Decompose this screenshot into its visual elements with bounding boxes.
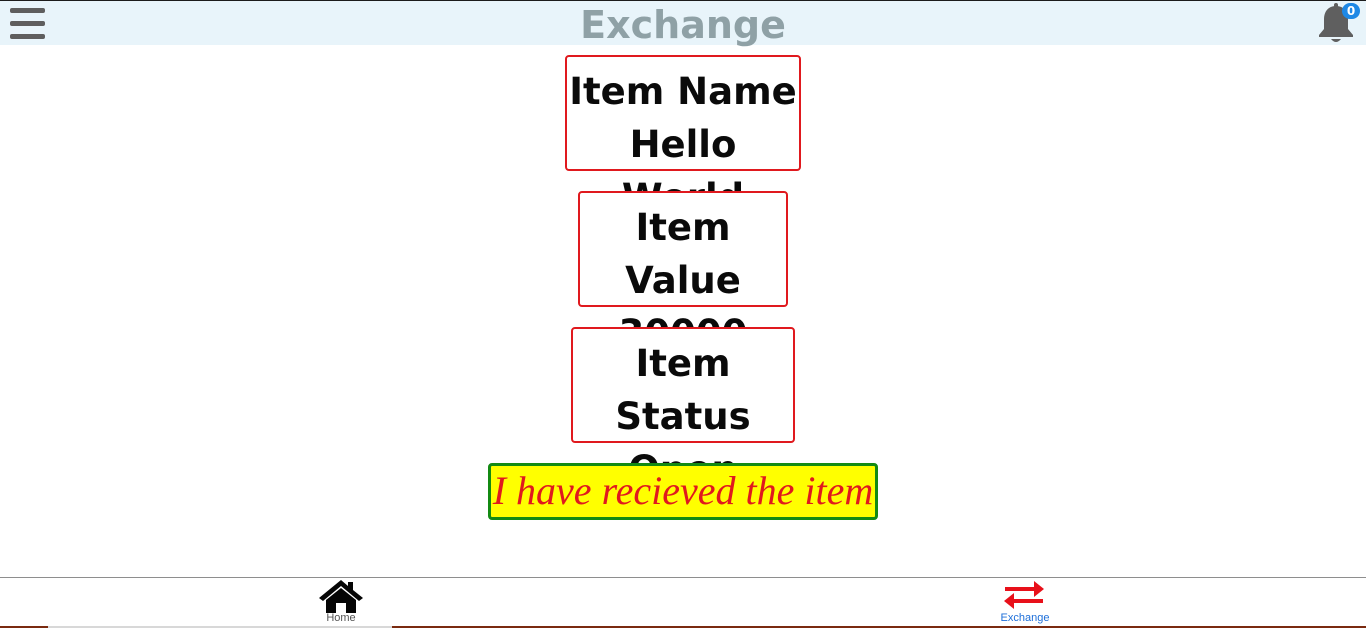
home-icon	[319, 580, 363, 613]
exchange-arrows-icon	[1004, 581, 1044, 609]
bottom-navigation: Home Exchange	[0, 577, 1366, 628]
notification-count-badge: 0	[1342, 3, 1360, 19]
top-bar: Exchange 0	[0, 0, 1366, 47]
nav-label-home: Home	[326, 612, 356, 624]
item-value-label: Item Value	[625, 206, 741, 302]
item-status-label: Item Status	[615, 342, 751, 438]
item-name-card: Item Name Hello World	[565, 55, 801, 219]
page-title: Exchange	[580, 3, 786, 47]
nav-label-exchange: Exchange	[1000, 612, 1050, 624]
nav-item-exchange[interactable]: Exchange	[985, 578, 1065, 626]
item-value-card: Item Value 30000 INR	[578, 191, 788, 408]
item-status-card: Item Status Open	[571, 327, 795, 491]
exchange-page: Exchange 0 Item Name Hello World Item Va…	[0, 0, 1366, 628]
notifications-button[interactable]: 0	[1316, 3, 1360, 45]
nav-item-home[interactable]: Home	[301, 578, 381, 626]
item-name-label: Item Name	[569, 70, 797, 113]
item-received-button[interactable]: I have recieved the item	[488, 463, 878, 520]
